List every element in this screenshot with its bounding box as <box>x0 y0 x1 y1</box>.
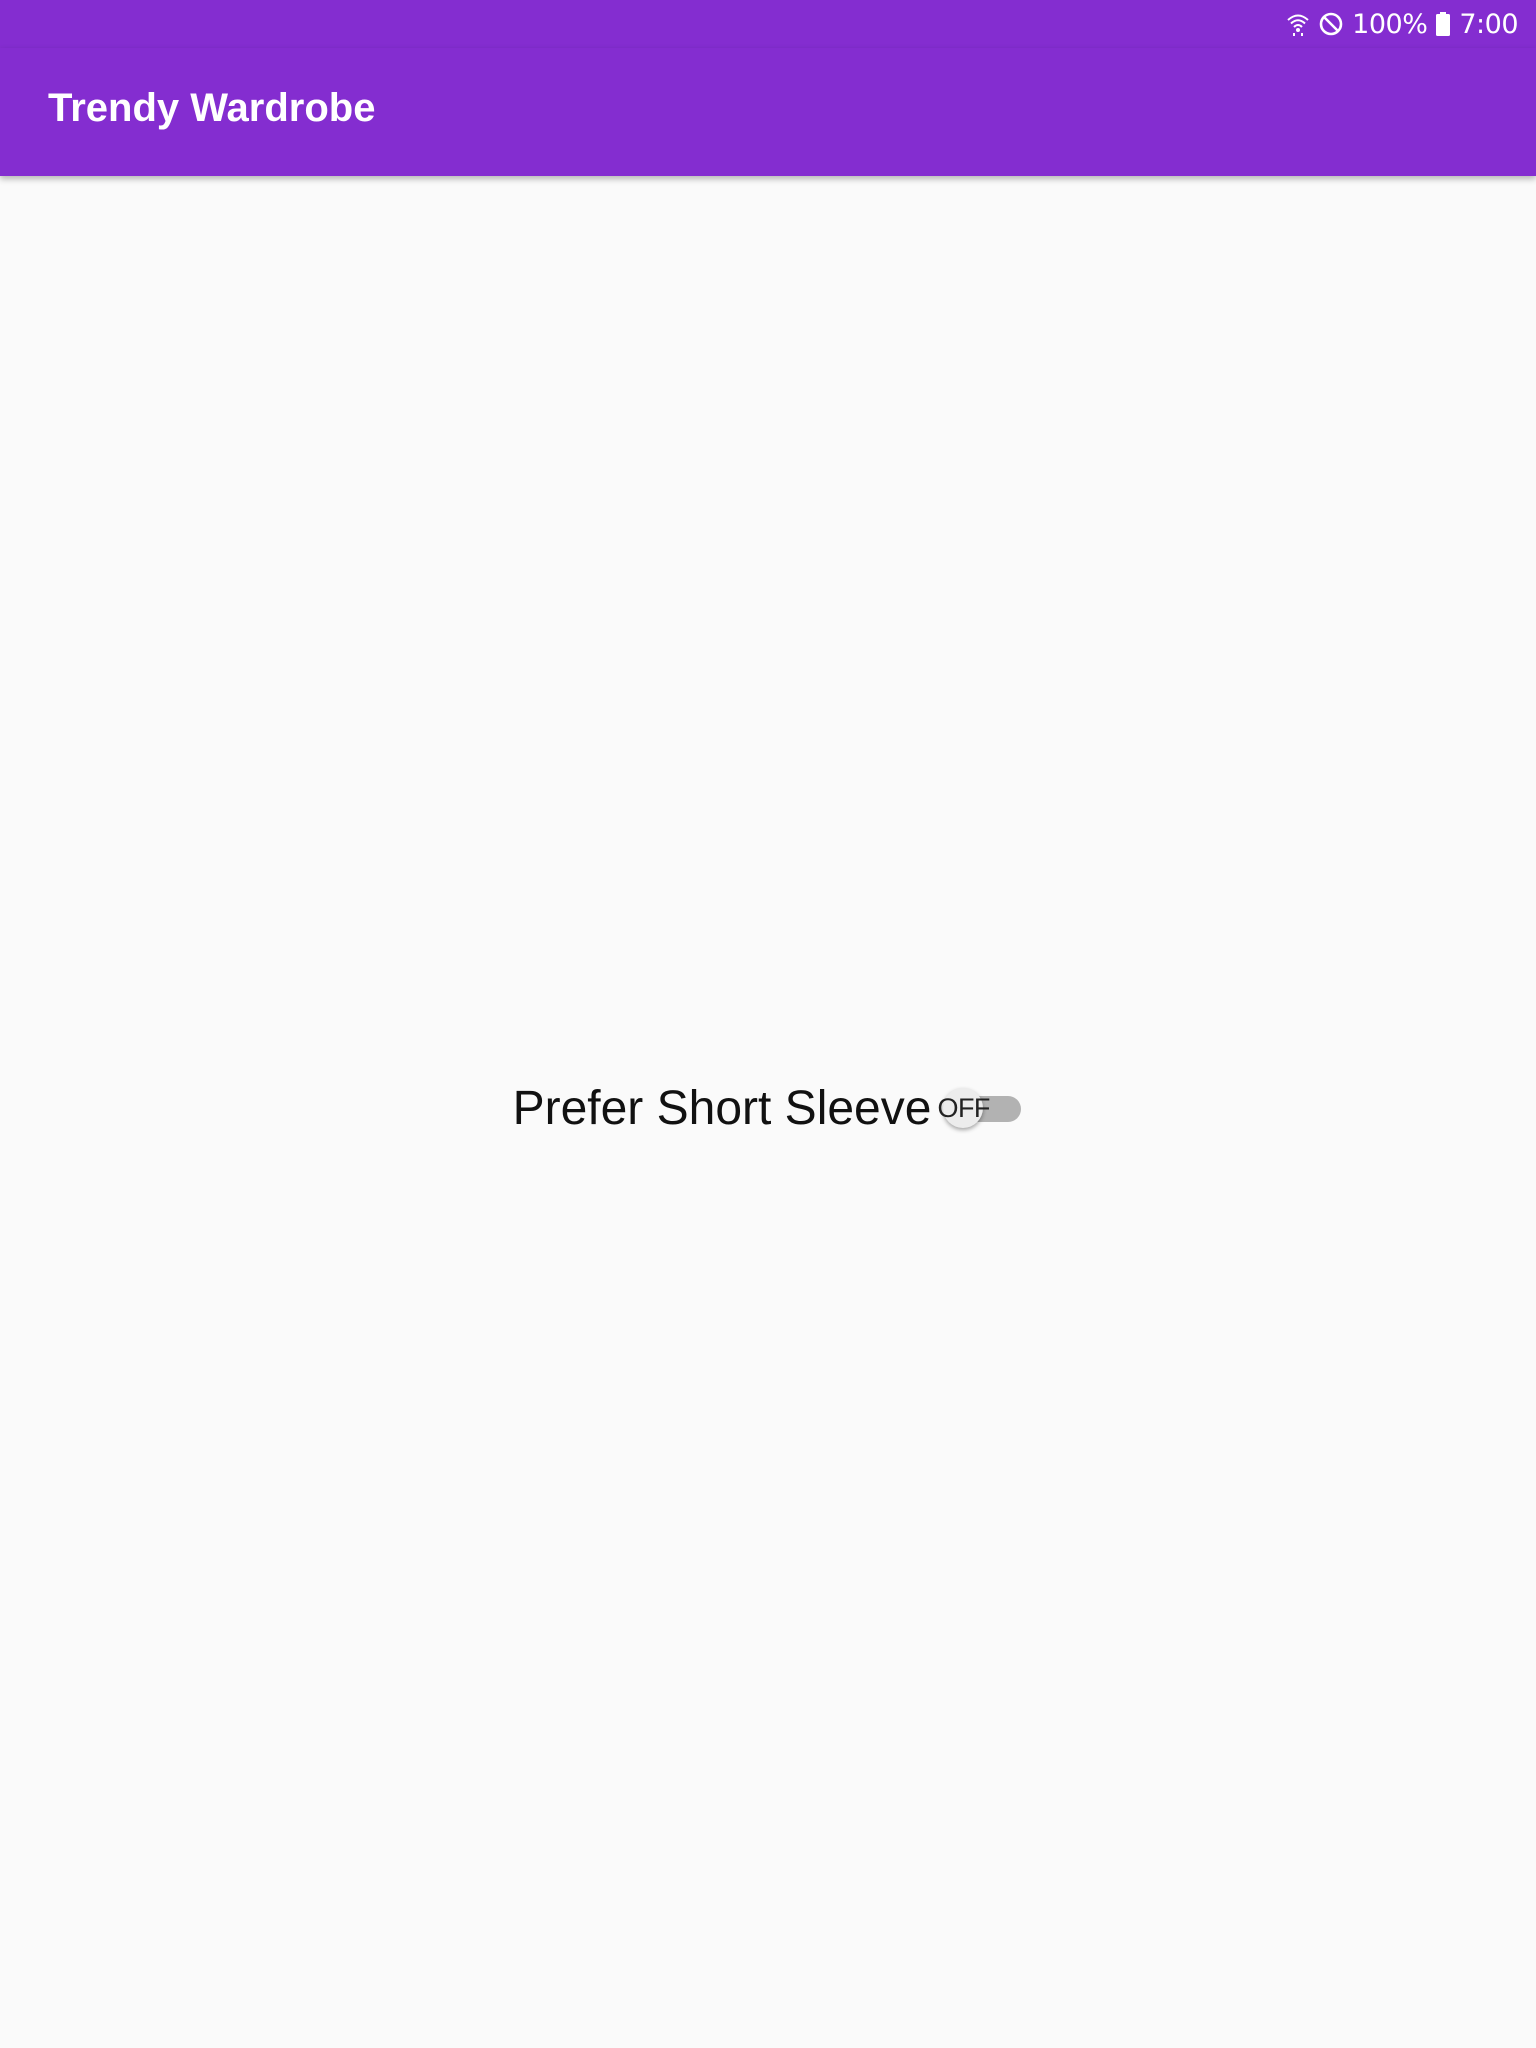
battery-icon <box>1435 11 1451 37</box>
short-sleeve-switch[interactable]: OFF <box>937 1082 1023 1134</box>
short-sleeve-setting-row: Prefer Short Sleeve OFF <box>0 1076 1536 1140</box>
do-not-disturb-icon <box>1318 11 1344 37</box>
status-bar: 100% 7:00 <box>0 0 1536 48</box>
status-icons: 100% 7:00 <box>1286 6 1518 42</box>
short-sleeve-label: Prefer Short Sleeve <box>512 1081 932 1135</box>
wifi-icon <box>1286 11 1310 37</box>
clock: 7:00 <box>1459 8 1518 40</box>
battery-percent: 100% <box>1352 8 1428 40</box>
app-bar: Trendy Wardrobe <box>0 48 1536 176</box>
app-title: Trendy Wardrobe <box>48 86 376 130</box>
main-content: Prefer Short Sleeve OFF <box>0 176 1536 2048</box>
switch-state-text: OFF <box>937 1093 990 1123</box>
